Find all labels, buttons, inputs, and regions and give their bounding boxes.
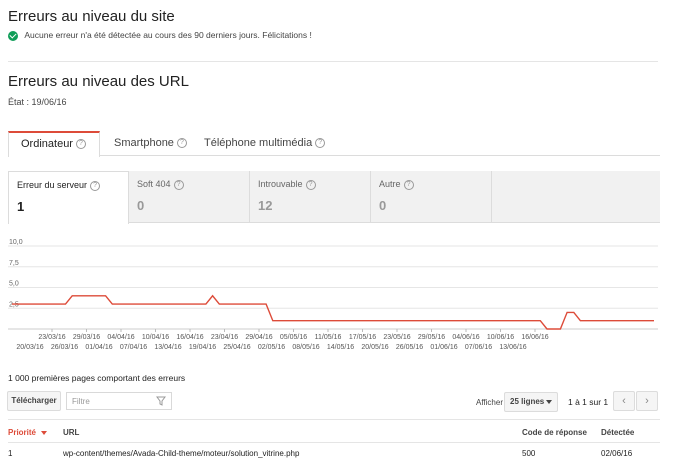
help-icon[interactable]: ?	[315, 138, 326, 149]
card-value: 0	[137, 197, 145, 213]
site-status-text: Aucune erreur n'a été détectée au cours …	[24, 30, 312, 40]
error-type-cards: Erreur du serveur? 1 Soft 404? 0 Introuv…	[8, 171, 660, 224]
help-icon[interactable]: ?	[90, 180, 101, 191]
col-header-label: Priorité	[8, 428, 37, 437]
col-header-url[interactable]: URL	[63, 428, 79, 437]
cell-response-code: 500	[522, 449, 536, 458]
tab-label: Téléphone multimédia	[204, 137, 313, 149]
card-server-error[interactable]: Erreur du serveur? 1	[8, 171, 129, 224]
divider	[8, 419, 660, 420]
x-tick-label: 19/04/16	[189, 344, 216, 351]
x-tick-label: 05/05/16	[280, 334, 307, 341]
y-tick-label: 7,5	[9, 260, 19, 267]
x-tick-label: 26/05/16	[396, 344, 423, 351]
x-tick-label: 08/05/16	[292, 344, 319, 351]
sort-desc-icon	[41, 430, 48, 435]
x-tick-label: 20/03/16	[16, 344, 43, 351]
y-tick-label: 10,0	[9, 239, 23, 246]
card-other[interactable]: Autre? 0	[371, 171, 492, 223]
divider	[8, 442, 660, 443]
errors-line-chart: 10,07,55,02,523/03/16 29/03/16 04/04/16 10/…	[8, 239, 658, 351]
help-icon[interactable]: ?	[305, 179, 316, 190]
x-tick-label: 16/06/16	[521, 334, 548, 341]
card-value: 12	[258, 197, 273, 213]
cell-url[interactable]: wp-content/themes/Avada-Child-theme/mote…	[63, 449, 299, 458]
check-circle-icon	[8, 30, 18, 41]
tab-label: Ordinateur	[21, 138, 73, 150]
rows-per-page-select[interactable]: 25 lignes	[504, 392, 558, 412]
cell-priority: 1	[8, 449, 13, 458]
x-tick-label: 07/06/16	[465, 344, 492, 351]
x-tick-label: 11/05/16	[315, 334, 342, 341]
prev-page-button[interactable]: ‹	[613, 391, 635, 411]
x-tick-label: 26/03/16	[51, 344, 78, 351]
col-header-priority[interactable]: Priorité	[8, 428, 48, 437]
x-tick-label: 01/06/16	[430, 344, 457, 351]
tab-label: Smartphone	[114, 137, 174, 149]
card-value: 1	[17, 198, 25, 214]
x-tick-label: 14/05/16	[327, 344, 354, 351]
site-errors-title: Erreurs au niveau du site	[8, 8, 175, 25]
card-soft-404[interactable]: Soft 404? 0	[129, 171, 250, 223]
x-tick-label: 04/06/16	[452, 334, 479, 341]
filter-placeholder: Filtre	[72, 397, 90, 406]
card-label: Introuvable	[258, 179, 303, 189]
x-tick-label: 01/04/16	[85, 344, 112, 351]
funnel-icon	[156, 396, 166, 406]
show-label: Afficher	[476, 398, 503, 407]
site-status: Aucune erreur n'a été détectée au cours …	[8, 30, 312, 41]
pages-count: 1 000 premières pages comportant des err…	[8, 373, 186, 383]
y-tick-label: 5,0	[9, 281, 19, 288]
rows-select-value: 25 lignes	[510, 397, 545, 406]
x-tick-label: 29/04/16	[245, 334, 272, 341]
card-label: Erreur du serveur	[17, 180, 88, 190]
card-value: 0	[379, 197, 387, 213]
x-tick-label: 20/05/16	[361, 344, 388, 351]
x-tick-label: 07/04/16	[120, 344, 147, 351]
tab-smartphone[interactable]: Smartphone?	[114, 131, 187, 156]
pagination-text: 1 à 1 sur 1	[568, 397, 609, 407]
x-tick-label: 13/04/16	[154, 344, 181, 351]
tab-telephone-multimedia[interactable]: Téléphone multimédia?	[204, 131, 326, 156]
x-tick-label: 29/05/16	[418, 334, 445, 341]
x-tick-label: 23/03/16	[38, 334, 65, 341]
x-tick-label: 04/04/16	[107, 334, 134, 341]
card-label: Soft 404	[137, 179, 171, 189]
help-icon[interactable]: ?	[173, 179, 184, 190]
caret-down-icon	[546, 400, 552, 404]
help-icon[interactable]: ?	[75, 139, 86, 150]
x-tick-label: 23/04/16	[211, 334, 238, 341]
filter-input[interactable]: Filtre	[66, 392, 172, 410]
x-tick-label: 10/06/16	[487, 334, 514, 341]
state-date: État : 19/06/16	[8, 97, 67, 107]
x-tick-label: 10/04/16	[142, 334, 169, 341]
next-page-button[interactable]: ›	[636, 391, 658, 411]
card-label: Autre	[379, 179, 401, 189]
card-not-found[interactable]: Introuvable? 12	[250, 171, 371, 223]
url-errors-title: Erreurs au niveau des URL	[8, 73, 189, 90]
x-tick-label: 29/03/16	[73, 334, 100, 341]
x-tick-label: 17/05/16	[349, 334, 376, 341]
col-header-detected[interactable]: Détectée	[601, 428, 634, 437]
download-button[interactable]: Télécharger	[7, 391, 61, 411]
col-header-response-code[interactable]: Code de réponse	[522, 428, 587, 437]
x-tick-label: 13/06/16	[499, 344, 526, 351]
x-tick-label: 25/04/16	[223, 344, 250, 351]
cell-detected: 02/06/16	[601, 449, 633, 458]
divider	[8, 61, 658, 62]
help-icon[interactable]: ?	[403, 179, 414, 190]
series-line	[12, 294, 654, 330]
help-icon[interactable]: ?	[176, 138, 187, 149]
tab-ordinateur[interactable]: Ordinateur?	[8, 131, 100, 157]
x-tick-label: 16/04/16	[176, 334, 203, 341]
device-tabs: Ordinateur? Smartphone? Téléphone multim…	[8, 131, 660, 157]
x-tick-label: 23/05/16	[383, 334, 410, 341]
x-tick-label: 02/05/16	[258, 344, 285, 351]
